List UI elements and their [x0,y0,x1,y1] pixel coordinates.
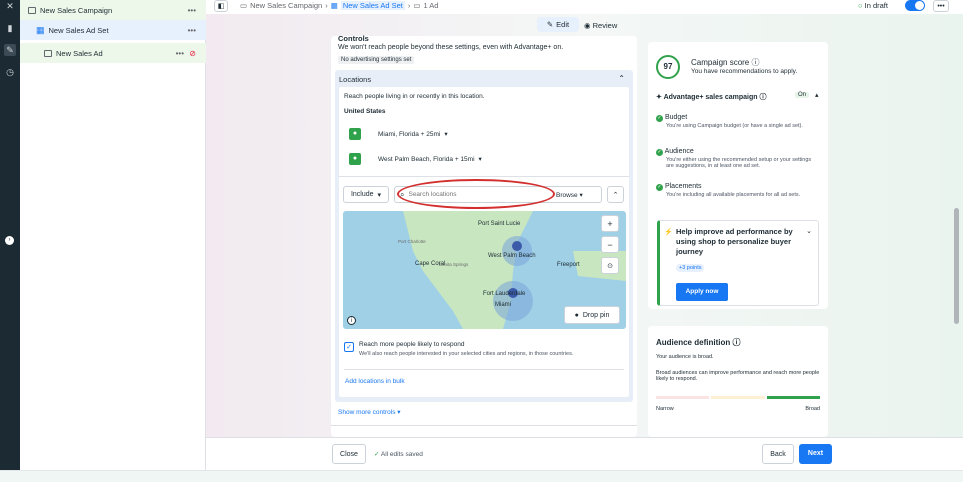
folder-icon [28,6,36,14]
sparkle-icon: ⚡ [664,229,673,236]
expand-icon[interactable]: › [5,236,14,245]
zoom-out-button[interactable]: − [601,236,619,253]
chart-icon[interactable]: ▮ [4,22,16,34]
edit-icon[interactable]: ✎ [4,44,16,56]
pin-icon: ● [349,128,361,140]
adset-form-card: Controls We won't reach people beyond th… [331,34,637,437]
tip-card: ⚡ Help improve ad performance by using s… [657,220,819,306]
location-item[interactable]: ● Miami, Florida + 25mi ▾ [349,128,448,140]
budget-item: ✓ Budget [656,114,688,122]
edit-tab[interactable]: ✎ Edit [537,17,579,32]
placements-item: ✓ Placements [656,183,702,191]
main-area: ◧ ▭ New Sales Campaign › ▦ New Sales Ad … [206,0,963,470]
footer-bar [0,470,963,482]
campaign-tree: New Sales Campaign ••• ▦ New Sales Ad Se… [20,0,206,470]
collapse-search-button[interactable]: ⌃ [607,186,624,203]
location-item[interactable]: ● West Palm Beach, Florida + 15mi ▾ [349,153,482,165]
tree-item-campaign[interactable]: New Sales Campaign ••• [20,0,206,20]
collapse-icon[interactable]: ⌃ [618,74,625,83]
show-more-controls-link[interactable]: Show more controls ▾ [338,408,401,416]
save-status: ✓ All edits saved [374,451,423,458]
on-badge: On [795,92,810,98]
history-icon[interactable]: ◷ [4,66,16,78]
zoom-in-button[interactable]: + [601,215,619,232]
breadcrumb: ▭ New Sales Campaign › ▦ New Sales Ad Se… [240,1,439,10]
audience-title: Audience definition ⓘ [656,338,741,347]
reach-more-checkbox[interactable]: ✓ [344,342,354,352]
more-options-button[interactable]: ••• [933,0,949,12]
score-title: Campaign score ⓘ [691,58,760,67]
bottom-bar: Close ✓ All edits saved Back Next [206,437,963,470]
points-badge: +3 points [676,264,705,272]
audience-definition-card: Audience definition ⓘ Your audience is b… [648,326,828,437]
pin-icon: ● [574,311,579,319]
more-icon[interactable]: ••• [188,6,196,15]
check-icon: ✓ [656,184,663,191]
draft-icon: ○ [858,1,863,10]
pin-icon: ● [349,153,361,165]
map-pin-icon [512,241,522,251]
campaign-score-card: 97 Campaign score ⓘ You have recommendat… [648,42,828,309]
include-dropdown[interactable]: Include ▾ [343,186,389,203]
radius-circle [493,281,533,321]
close-icon[interactable]: ✕ [4,0,16,12]
tree-item-adset[interactable]: ▦ New Sales Ad Set ••• [20,20,206,40]
recenter-button[interactable]: ⊙ [601,257,619,274]
score-ring: 97 [656,55,680,79]
check-icon: ✓ [656,149,663,156]
top-bar: ◧ ▭ New Sales Campaign › ▦ New Sales Ad … [206,0,963,14]
more-icon[interactable]: ••• [188,26,196,35]
eye-icon: ◉ [584,21,591,30]
locations-body: Reach people living in or recently in th… [339,87,629,397]
panel-toggle-button[interactable]: ◧ [214,0,228,12]
more-icon[interactable]: ••• [176,49,184,58]
ad-icon [44,49,52,57]
status-toggle[interactable] [905,0,925,11]
audience-item: ✓ Audience [656,148,694,156]
check-icon: ✓ [656,115,663,122]
drop-pin-button[interactable]: ● Drop pin [564,306,620,324]
caret-down-icon: ▾ [377,191,382,199]
close-button[interactable]: Close [332,444,366,464]
next-button[interactable]: Next [799,444,832,464]
left-rail: ✕ ▮ ✎ ◷ › [0,0,20,470]
scrollbar[interactable] [954,40,959,435]
info-icon[interactable]: i [347,316,356,325]
caret-down-icon[interactable]: ▾ [479,155,482,163]
location-map[interactable]: Port Saint Lucie Port Charlotte West Pal… [343,211,626,329]
highlight-annotation [397,179,555,209]
back-button[interactable]: Back [762,444,794,464]
ad-icon: ▭ [413,1,421,10]
grid-icon: ▦ [36,24,45,35]
locations-panel: Locations ⌃ Reach people living in or re… [335,70,633,402]
caret-down-icon[interactable]: ▾ [444,130,447,138]
chevron-down-icon[interactable]: ⌄ [806,227,812,235]
check-icon: ✓ [374,451,380,458]
collapse-icon[interactable]: ▴ [815,91,819,99]
folder-icon: ▭ [240,1,248,10]
grid-icon: ▦ [330,1,338,10]
browse-dropdown[interactable]: Browse ▾ [556,191,583,199]
pencil-icon: ✎ [546,20,554,29]
review-tab[interactable]: ◉ Review [584,21,617,30]
info-icon: ⓘ [751,58,760,67]
no-settings-badge: No advertising settings set [338,56,415,64]
error-icon: ⊘ [189,48,196,58]
add-bulk-link[interactable]: Add locations in bulk [345,378,405,385]
tree-item-ad[interactable]: New Sales Ad ••• ⊘ [20,43,206,63]
draft-status: ○ In draft [858,1,888,10]
audience-gauge [656,396,820,399]
advantage-row: ✦ Advantage+ sales campaign ⓘ [656,94,767,101]
apply-now-button[interactable]: Apply now [676,283,728,301]
